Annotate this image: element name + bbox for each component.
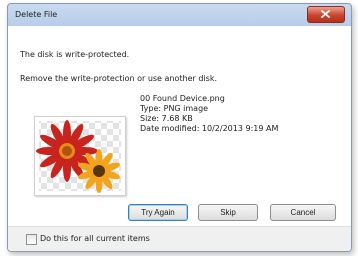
error-message: The disk is write-protected. bbox=[20, 50, 130, 59]
file-thumbnail bbox=[34, 116, 126, 196]
apply-all-checkbox[interactable] bbox=[26, 234, 37, 245]
close-button[interactable] bbox=[307, 6, 345, 23]
delete-file-dialog: Delete File The disk is write-protected.… bbox=[7, 3, 352, 252]
window-title: Delete File bbox=[15, 10, 58, 19]
skip-button[interactable]: Skip bbox=[198, 204, 258, 221]
title-bar[interactable]: Delete File bbox=[8, 4, 351, 26]
apply-all-label[interactable]: Do this for all current items bbox=[40, 234, 150, 243]
file-name: 00 Found Device.png bbox=[140, 94, 225, 103]
file-type: Type: PNG image bbox=[140, 104, 209, 113]
dialog-content: The disk is write-protected. Remove the … bbox=[8, 26, 351, 226]
file-size: Size: 7.68 KB bbox=[140, 114, 193, 123]
dialog-footer: Do this for all current items bbox=[8, 226, 351, 251]
file-details: 00 Found Device.png Type: PNG image Size… bbox=[140, 94, 278, 134]
close-icon bbox=[321, 10, 330, 18]
cancel-button[interactable]: Cancel bbox=[270, 204, 336, 221]
try-again-button[interactable]: Try Again bbox=[128, 204, 188, 221]
file-modified: Date modified: 10/2/2013 9:19 AM bbox=[140, 124, 279, 133]
instruction-message: Remove the write-protection or use anoth… bbox=[20, 74, 217, 83]
flower-image bbox=[36, 120, 121, 193]
